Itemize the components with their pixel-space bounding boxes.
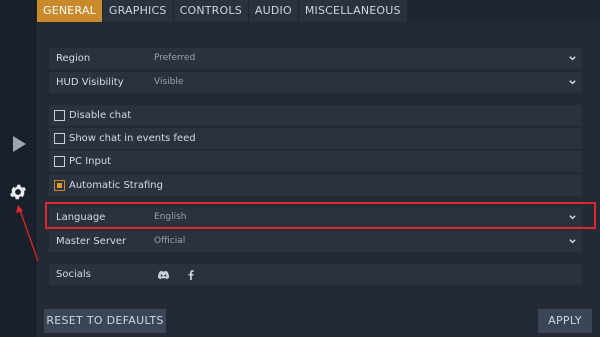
chevron-down-icon	[569, 215, 576, 220]
automatic-strafing-checkbox[interactable]	[54, 180, 65, 191]
show-chat-feed-option[interactable]: Show chat in events feed	[49, 128, 582, 149]
annotation-arrow	[16, 205, 39, 262]
pc-input-label: PC Input	[69, 156, 112, 167]
pc-input-checkbox[interactable]	[54, 156, 65, 167]
hud-visibility-dropdown[interactable]: HUD Visibility Visible	[49, 72, 582, 93]
disable-chat-option[interactable]: Disable chat	[49, 105, 582, 126]
chevron-down-icon	[569, 80, 576, 85]
show-chat-feed-label: Show chat in events feed	[69, 133, 196, 144]
language-value: English	[154, 212, 187, 222]
socials-row: Socials	[49, 264, 582, 285]
reset-to-defaults-button[interactable]: RESET TO DEFAULTS	[44, 309, 166, 333]
play-icon[interactable]	[11, 135, 27, 153]
tab-bar: GENERAL GRAPHICS CONTROLS AUDIO MISCELLA…	[37, 0, 408, 22]
region-value: Preferred	[154, 53, 196, 63]
hud-visibility-value: Visible	[154, 77, 184, 87]
chevron-down-icon	[569, 56, 576, 61]
master-server-dropdown[interactable]: Master Server Official	[49, 231, 582, 252]
discord-icon[interactable]	[158, 270, 169, 280]
region-label: Region	[56, 53, 91, 64]
tab-general[interactable]: GENERAL	[37, 0, 102, 22]
tab-miscellaneous[interactable]: MISCELLANEOUS	[298, 0, 407, 22]
tab-audio[interactable]: AUDIO	[248, 0, 298, 22]
socials-label: Socials	[56, 269, 91, 280]
pc-input-option[interactable]: PC Input	[49, 151, 582, 172]
master-server-label: Master Server	[56, 236, 127, 247]
apply-button[interactable]: APPLY	[538, 309, 592, 333]
automatic-strafing-label: Automatic Strafing	[69, 180, 163, 191]
hud-visibility-label: HUD Visibility	[56, 77, 124, 88]
tab-graphics[interactable]: GRAPHICS	[102, 0, 173, 22]
language-label: Language	[56, 212, 106, 223]
language-dropdown[interactable]: Language English	[49, 207, 582, 228]
master-server-value: Official	[154, 236, 186, 246]
sidebar	[0, 0, 36, 337]
automatic-strafing-option[interactable]: Automatic Strafing	[49, 175, 582, 196]
facebook-icon[interactable]	[187, 270, 195, 280]
region-dropdown[interactable]: Region Preferred	[49, 48, 582, 69]
gear-icon[interactable]	[8, 182, 28, 202]
disable-chat-label: Disable chat	[69, 110, 132, 121]
chevron-down-icon	[569, 239, 576, 244]
tab-controls[interactable]: CONTROLS	[173, 0, 248, 22]
disable-chat-checkbox[interactable]	[54, 110, 65, 121]
show-chat-feed-checkbox[interactable]	[54, 133, 65, 144]
